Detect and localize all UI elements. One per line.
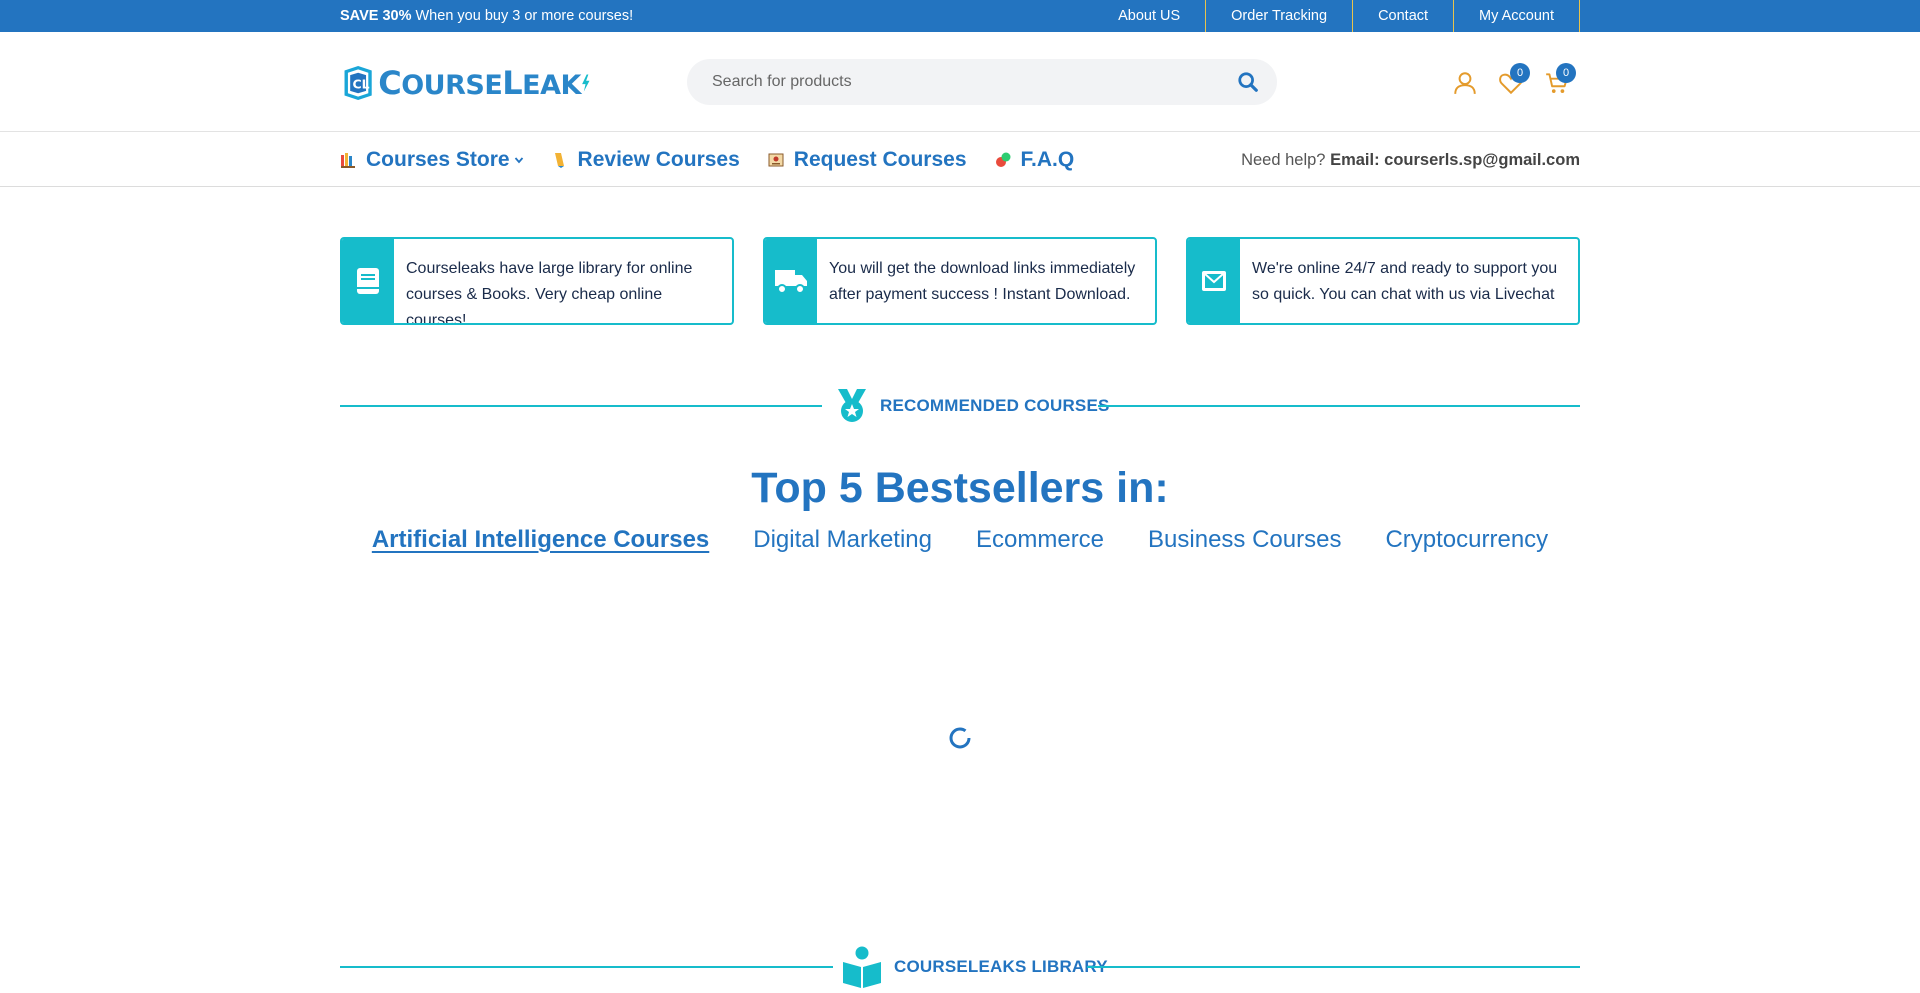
nav-item-label: Request Courses: [793, 148, 967, 171]
help-contact: Need help? Email: courserls.sp@gmail.com: [1241, 133, 1580, 187]
tab-digital-marketing[interactable]: Digital Marketing: [753, 526, 932, 554]
site-logo[interactable]: CL COURSELEAK: [340, 50, 590, 116]
faq-icon: [995, 152, 1011, 167]
recommended-label-wrap: RECOMMENDED COURSES: [836, 386, 1110, 426]
library-label-wrap: COURSELEAKS LIBRARY: [842, 946, 1108, 988]
feature-icon-box: [765, 239, 817, 323]
nav-item-label: Review Courses: [577, 148, 740, 171]
search-icon[interactable]: [1237, 71, 1259, 93]
feature-icon-box: [1188, 239, 1240, 323]
feature-box-support: We're online 24/7 and ready to support y…: [1186, 237, 1580, 325]
feature-box-download: You will get the download links immediat…: [763, 237, 1157, 325]
about-us-link[interactable]: About US: [1093, 0, 1207, 32]
my-account-link[interactable]: My Account: [1454, 0, 1580, 32]
promo-text: SAVE 30% When you buy 3 or more courses!: [340, 0, 633, 32]
nav-item-label: Courses Store: [366, 148, 510, 171]
promo-bold: SAVE 30%: [340, 8, 412, 24]
cart-count-badge: 0: [1556, 63, 1576, 83]
tab-business-courses[interactable]: Business Courses: [1148, 526, 1341, 554]
nav-item-request-courses[interactable]: Request Courses: [768, 148, 967, 172]
recommended-heading: RECOMMENDED COURSES: [340, 386, 1580, 426]
tab-cryptocurrency[interactable]: Cryptocurrency: [1385, 526, 1548, 554]
top-bar: SAVE 30% When you buy 3 or more courses!…: [0, 0, 1920, 32]
library-label: COURSELEAKS LIBRARY: [894, 957, 1108, 976]
nav-menu: Courses Store Review Courses Request Cou…: [340, 133, 1102, 187]
help-email[interactable]: Email: courserls.sp@gmail.com: [1330, 151, 1580, 169]
reader-icon: [843, 946, 881, 988]
books-icon: [341, 153, 355, 168]
chevron-down-icon: [514, 157, 523, 164]
nav-item-review-courses[interactable]: Review Courses: [552, 148, 740, 172]
search-bar: [687, 59, 1277, 105]
book-icon: [357, 268, 379, 294]
feature-text: You will get the download links immediat…: [829, 260, 1136, 303]
feature-text: Courseleaks have large library for onlin…: [406, 260, 693, 325]
header-icons: 0 0: [1440, 60, 1580, 104]
help-label: Need help?: [1241, 151, 1326, 169]
promo-description: When you buy 3 or more courses!: [415, 8, 634, 24]
medal-icon: [838, 389, 866, 422]
svg-text:CL: CL: [352, 77, 369, 92]
divider-right: [1098, 405, 1580, 407]
bestsellers-title: Top 5 Bestsellers in:: [751, 464, 1169, 512]
tab-ecommerce[interactable]: Ecommerce: [976, 526, 1104, 554]
request-icon: [768, 153, 784, 167]
order-tracking-link[interactable]: Order Tracking: [1206, 0, 1354, 32]
user-icon[interactable]: [1452, 70, 1478, 96]
top-links: About US Order Tracking Contact My Accou…: [1093, 0, 1580, 32]
feature-text: We're online 24/7 and ready to support y…: [1252, 260, 1558, 303]
nav-item-label: F.A.Q: [1020, 148, 1075, 171]
nav-item-courses-store[interactable]: Courses Store: [340, 148, 524, 172]
category-tabs: Artificial Intelligence Courses Digital …: [0, 526, 1920, 554]
pencil-icon: [554, 153, 564, 168]
site-header: CL COURSELEAK 0: [0, 32, 1920, 132]
wishlist-button[interactable]: 0: [1498, 63, 1530, 96]
wishlist-count-badge: 0: [1510, 63, 1530, 83]
lightning-icon: [582, 74, 590, 92]
loading-spinner-icon: [949, 727, 971, 749]
logo-emblem-icon: CL: [344, 66, 372, 100]
contact-link[interactable]: Contact: [1353, 0, 1455, 32]
feature-box-library: Courseleaks have large library for onlin…: [340, 237, 734, 325]
divider-left: [340, 966, 833, 968]
cart-button[interactable]: 0: [1544, 63, 1576, 96]
tab-artificial-intelligence[interactable]: Artificial Intelligence Courses: [372, 526, 709, 554]
truck-icon: [775, 270, 807, 294]
envelope-icon: [1202, 271, 1226, 291]
divider-left: [340, 405, 822, 407]
divider-right: [1087, 966, 1580, 968]
nav-item-faq[interactable]: F.A.Q: [995, 148, 1075, 172]
search-input[interactable]: [712, 59, 1212, 105]
recommended-label: RECOMMENDED COURSES: [880, 396, 1110, 415]
logo-wordmark: COURSELEAK: [378, 64, 581, 102]
library-heading: COURSELEAKS LIBRARY: [340, 946, 1580, 988]
feature-icon-box: [342, 239, 394, 323]
main-nav: Courses Store Review Courses Request Cou…: [0, 133, 1920, 187]
